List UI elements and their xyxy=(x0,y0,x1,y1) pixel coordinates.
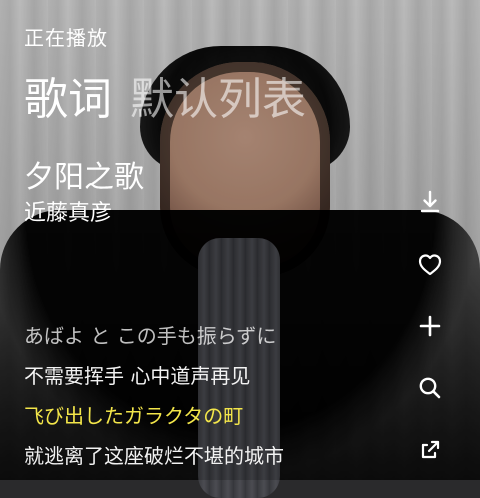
download-icon xyxy=(417,189,443,215)
lyric-line-current: 飞び出したガラクタの町 xyxy=(24,404,244,428)
plus-icon xyxy=(417,313,443,339)
lyrics-panel[interactable]: あばよ と この手も振らずに 不需要挥手 心中道声再见 飞び出したガラクタの町 … xyxy=(24,322,404,482)
favorite-button[interactable] xyxy=(414,248,446,280)
share-icon xyxy=(417,437,443,463)
download-button[interactable] xyxy=(414,186,446,218)
search-button[interactable] xyxy=(414,372,446,404)
add-button[interactable] xyxy=(414,310,446,342)
now-playing-label: 正在播放 xyxy=(24,26,108,50)
side-action-bar xyxy=(414,186,446,466)
track-title: 夕阳之歌 xyxy=(24,160,144,195)
track-artist: 近藤真彦 xyxy=(24,201,113,226)
top-tabs: 歌词 默认列表 xyxy=(24,78,306,122)
lyric-line: 就逃离了这座破烂不堪的城市 xyxy=(24,444,284,468)
tab-lyrics[interactable]: 歌词 xyxy=(24,78,112,122)
lyric-line: あばよ と この手も振らずに xyxy=(24,324,277,348)
share-button[interactable] xyxy=(414,434,446,466)
search-icon xyxy=(417,375,443,401)
now-playing-screen: 正在播放 歌词 默认列表 夕阳之歌 近藤真彦 あばよ と この手も振らずに 不需… xyxy=(0,0,480,480)
tab-default-list[interactable]: 默认列表 xyxy=(130,78,306,122)
heart-icon xyxy=(416,251,444,277)
lyric-line: 不需要挥手 心中道声再见 xyxy=(24,364,251,388)
